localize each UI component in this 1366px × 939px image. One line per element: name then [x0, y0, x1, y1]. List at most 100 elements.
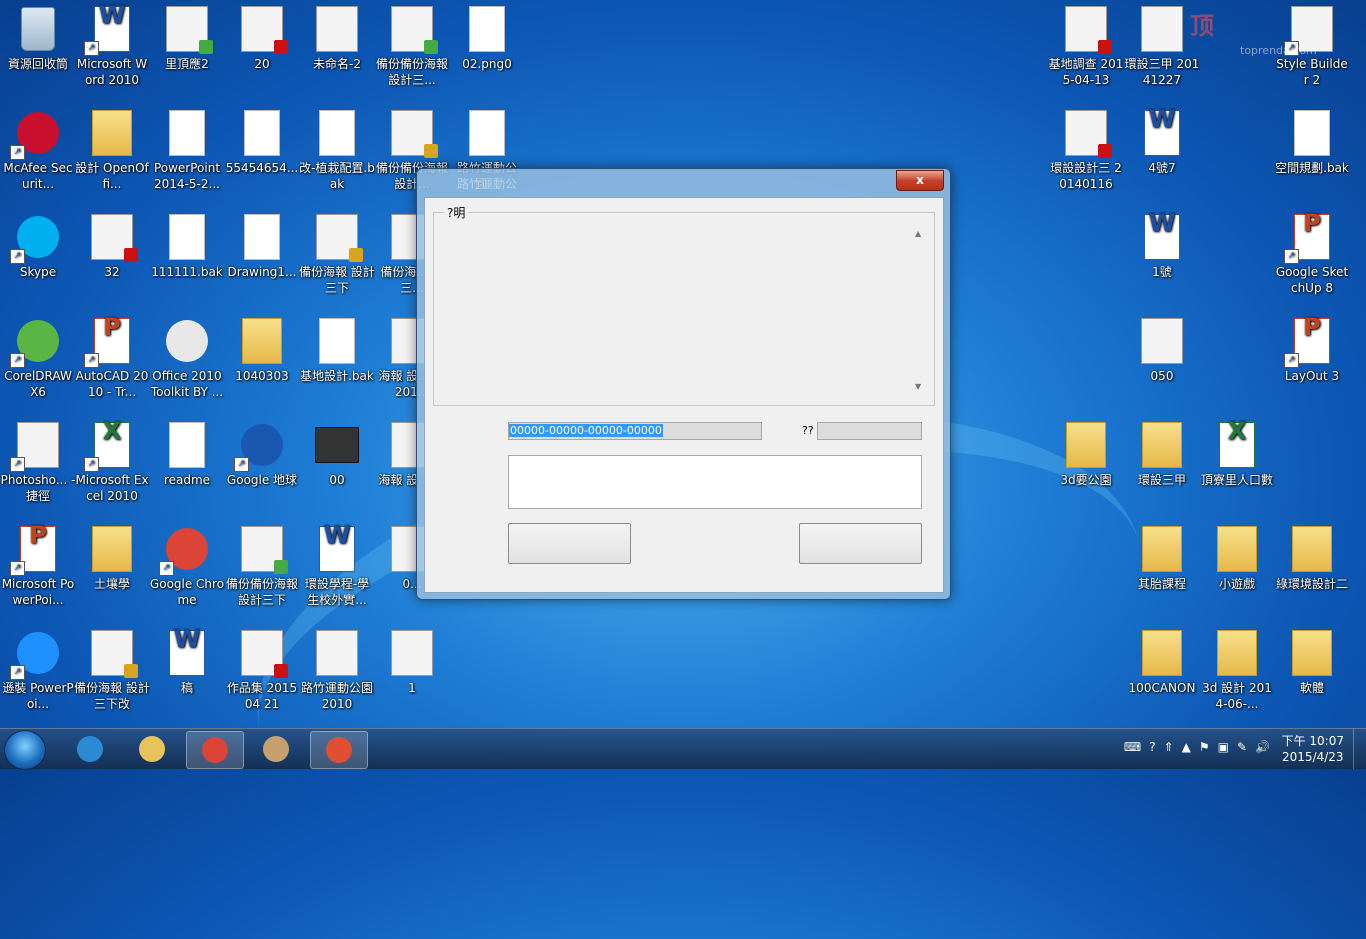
desktop-icon[interactable]: X ↗ Microsoft Excel 2010: [74, 416, 150, 504]
desktop-icon[interactable]: 綠環境設計二: [1274, 520, 1350, 592]
desktop-icon[interactable]: 未命名-2: [299, 0, 375, 72]
desktop-icon[interactable]: 基地調查 2015-04-13: [1048, 0, 1124, 88]
desktop-icon-label: 1號: [1152, 265, 1172, 279]
paint-taskbar-button[interactable]: [248, 731, 304, 767]
desktop-icon[interactable]: ↗ CorelDRAW X6: [0, 312, 76, 400]
folder-icon: [1142, 422, 1182, 468]
desktop-icon[interactable]: ↗ Skype: [0, 208, 76, 280]
file-icon: [319, 318, 355, 364]
desktop-icon[interactable]: 1: [374, 624, 450, 696]
desktop-icon[interactable]: 3d 設計 2014-06-...: [1199, 624, 1275, 712]
desktop-icon[interactable]: 軟體: [1274, 624, 1350, 696]
desktop-icon[interactable]: 1040303: [224, 312, 300, 384]
desktop-icon[interactable]: 小遊戲: [1199, 520, 1275, 592]
tray-icon[interactable]: ▣: [1218, 740, 1229, 754]
desktop-icon[interactable]: 里頂應2: [149, 0, 225, 72]
desktop-icon[interactable]: 備份海報 設計三下改: [74, 624, 150, 712]
desktop-icon-label: 00: [329, 473, 345, 487]
tray-icon[interactable]: ⌨: [1124, 740, 1141, 754]
right-button[interactable]: [799, 523, 922, 564]
desktop-icon[interactable]: 20: [224, 0, 300, 72]
small-input-field[interactable]: [817, 422, 922, 440]
desktop-icon[interactable]: 設計 OpenOffi...: [74, 104, 150, 192]
desktop-icon[interactable]: 55454654...: [224, 104, 300, 176]
desktop-icon[interactable]: 02.png0: [449, 0, 525, 72]
close-button[interactable]: x: [896, 170, 944, 191]
desktop-icon[interactable]: Office 2010 Toolkit BY ...: [149, 312, 225, 400]
desktop-icon-label: 資源回收筒: [7, 57, 68, 71]
clock-date: 2015/4/23: [1282, 750, 1344, 764]
key-textbox[interactable]: [508, 455, 922, 509]
desktop-icon-label: Google Chrome: [149, 577, 225, 607]
explorer-taskbar-button[interactable]: [124, 731, 180, 767]
desktop-icon[interactable]: X 頂寮里人口數: [1199, 416, 1275, 488]
desktop-icon[interactable]: 其胎課程: [1124, 520, 1200, 592]
desktop-icon[interactable]: P ↗ Microsoft PowerPoi...: [0, 520, 76, 608]
desktop-icon[interactable]: 100CANON: [1124, 624, 1200, 696]
desktop-icon[interactable]: ↗ Photosho... - 捷徑: [0, 416, 76, 504]
desktop-icon-label: 111111.bak: [151, 265, 223, 279]
desktop-icon[interactable]: W 1號: [1124, 208, 1200, 280]
green-badge-icon: [424, 40, 438, 54]
desktop-icon[interactable]: W稿: [149, 624, 225, 696]
desktop-icon-label: 02.png0: [462, 57, 512, 71]
desktop-icon-label: 基地設計.bak: [300, 369, 374, 383]
layout-icon: P: [1294, 315, 1330, 364]
desktop-icon[interactable]: ↗ McAfee Securit...: [0, 104, 76, 192]
desktop-icon[interactable]: W 環設學程-學生校外實...: [299, 520, 375, 608]
desktop-icon[interactable]: ↗ 遜裝 PowerPoi...: [0, 624, 76, 712]
dialog-titlebar[interactable]: 路竹運動公 x: [417, 169, 950, 197]
desktop-icon[interactable]: 00: [299, 416, 375, 488]
scroll-down-arrow-icon[interactable]: ▼: [915, 382, 921, 391]
desktop-icon-label: 3d 設計 2014-06-...: [1202, 681, 1272, 711]
desktop-icon[interactable]: 備份備份海報 設計三下: [224, 520, 300, 608]
desktop-icon[interactable]: 備份海報 設計三下: [299, 208, 375, 296]
desktop-icon[interactable]: 備份備份海報 設計三...: [374, 0, 450, 88]
desktop-icon[interactable]: W 4號7: [1124, 104, 1200, 176]
tray-icon[interactable]: ?: [1149, 740, 1155, 754]
tray-icon[interactable]: ✎: [1237, 740, 1247, 754]
desktop-icon[interactable]: P ↗ AutoCAD 2010 - Tr...: [74, 312, 150, 400]
serial-number-field[interactable]: 00000-00000-00000-00000: [508, 422, 762, 440]
app-taskbar-button[interactable]: [310, 731, 368, 769]
desktop-icon[interactable]: ↗ Google Chrome: [149, 520, 225, 608]
chrome-taskbar-button[interactable]: [186, 731, 244, 769]
desktop-icon[interactable]: 111111.bak: [149, 208, 225, 280]
desktop-icon-label: 軟體: [1299, 681, 1324, 695]
autocad-icon: P: [94, 315, 130, 364]
green-badge-icon: [274, 560, 288, 574]
show-desktop-button[interactable]: [1353, 729, 1366, 769]
desktop-icon[interactable]: W ↗ Microsoft Word 2010: [74, 0, 150, 88]
desktop-icon[interactable]: 基地設計.bak: [299, 312, 375, 384]
ie-taskbar-button[interactable]: [62, 731, 118, 767]
desktop-icon[interactable]: 空間規劃.bak: [1274, 104, 1350, 176]
scroll-up-arrow-icon[interactable]: ▲: [915, 229, 921, 238]
desktop-icon[interactable]: 土壤學: [74, 520, 150, 592]
tray-icon[interactable]: ⚑: [1199, 740, 1210, 754]
left-button[interactable]: [508, 523, 631, 564]
desktop-icon[interactable]: readme: [149, 416, 225, 488]
tray-icon[interactable]: 🔊: [1255, 740, 1270, 754]
desktop-icon[interactable]: 32: [74, 208, 150, 280]
description-scrollbar[interactable]: ▲ ▼: [912, 223, 926, 395]
desktop-icon[interactable]: 環設設計三 20140116: [1048, 104, 1124, 192]
tray-icon[interactable]: ▲: [1182, 740, 1191, 754]
desktop-icon[interactable]: 3d要公園: [1048, 416, 1124, 488]
desktop-icon-label: Skype: [19, 265, 57, 279]
desktop-icon[interactable]: PowerPoint 2014-5-2...: [149, 104, 225, 192]
desktop-icon[interactable]: 改-植栽配置.bak: [299, 104, 375, 192]
tray-icon[interactable]: ⇑: [1164, 740, 1174, 754]
desktop-icon[interactable]: 環設三甲 20141227: [1124, 0, 1200, 88]
desktop-icon[interactable]: P ↗ Google SketchUp 8: [1274, 208, 1350, 296]
desktop-icon[interactable]: 作品集 2015 04 21: [224, 624, 300, 712]
start-button[interactable]: [4, 730, 46, 770]
desktop-icon[interactable]: P ↗ LayOut 3: [1274, 312, 1350, 384]
clock[interactable]: 下午 10:07 2015/4/23: [1282, 733, 1344, 765]
desktop-icon[interactable]: ↗ Google 地球: [224, 416, 300, 488]
desktop-icon[interactable]: 環設三甲: [1124, 416, 1200, 488]
desktop-icon[interactable]: 050: [1124, 312, 1200, 384]
desktop-icon[interactable]: 路竹運動公園2010: [299, 624, 375, 712]
desktop-icon[interactable]: Drawing1...: [224, 208, 300, 280]
desktop-icon[interactable]: 資源回收筒: [0, 0, 76, 72]
file-icon: [244, 110, 280, 156]
